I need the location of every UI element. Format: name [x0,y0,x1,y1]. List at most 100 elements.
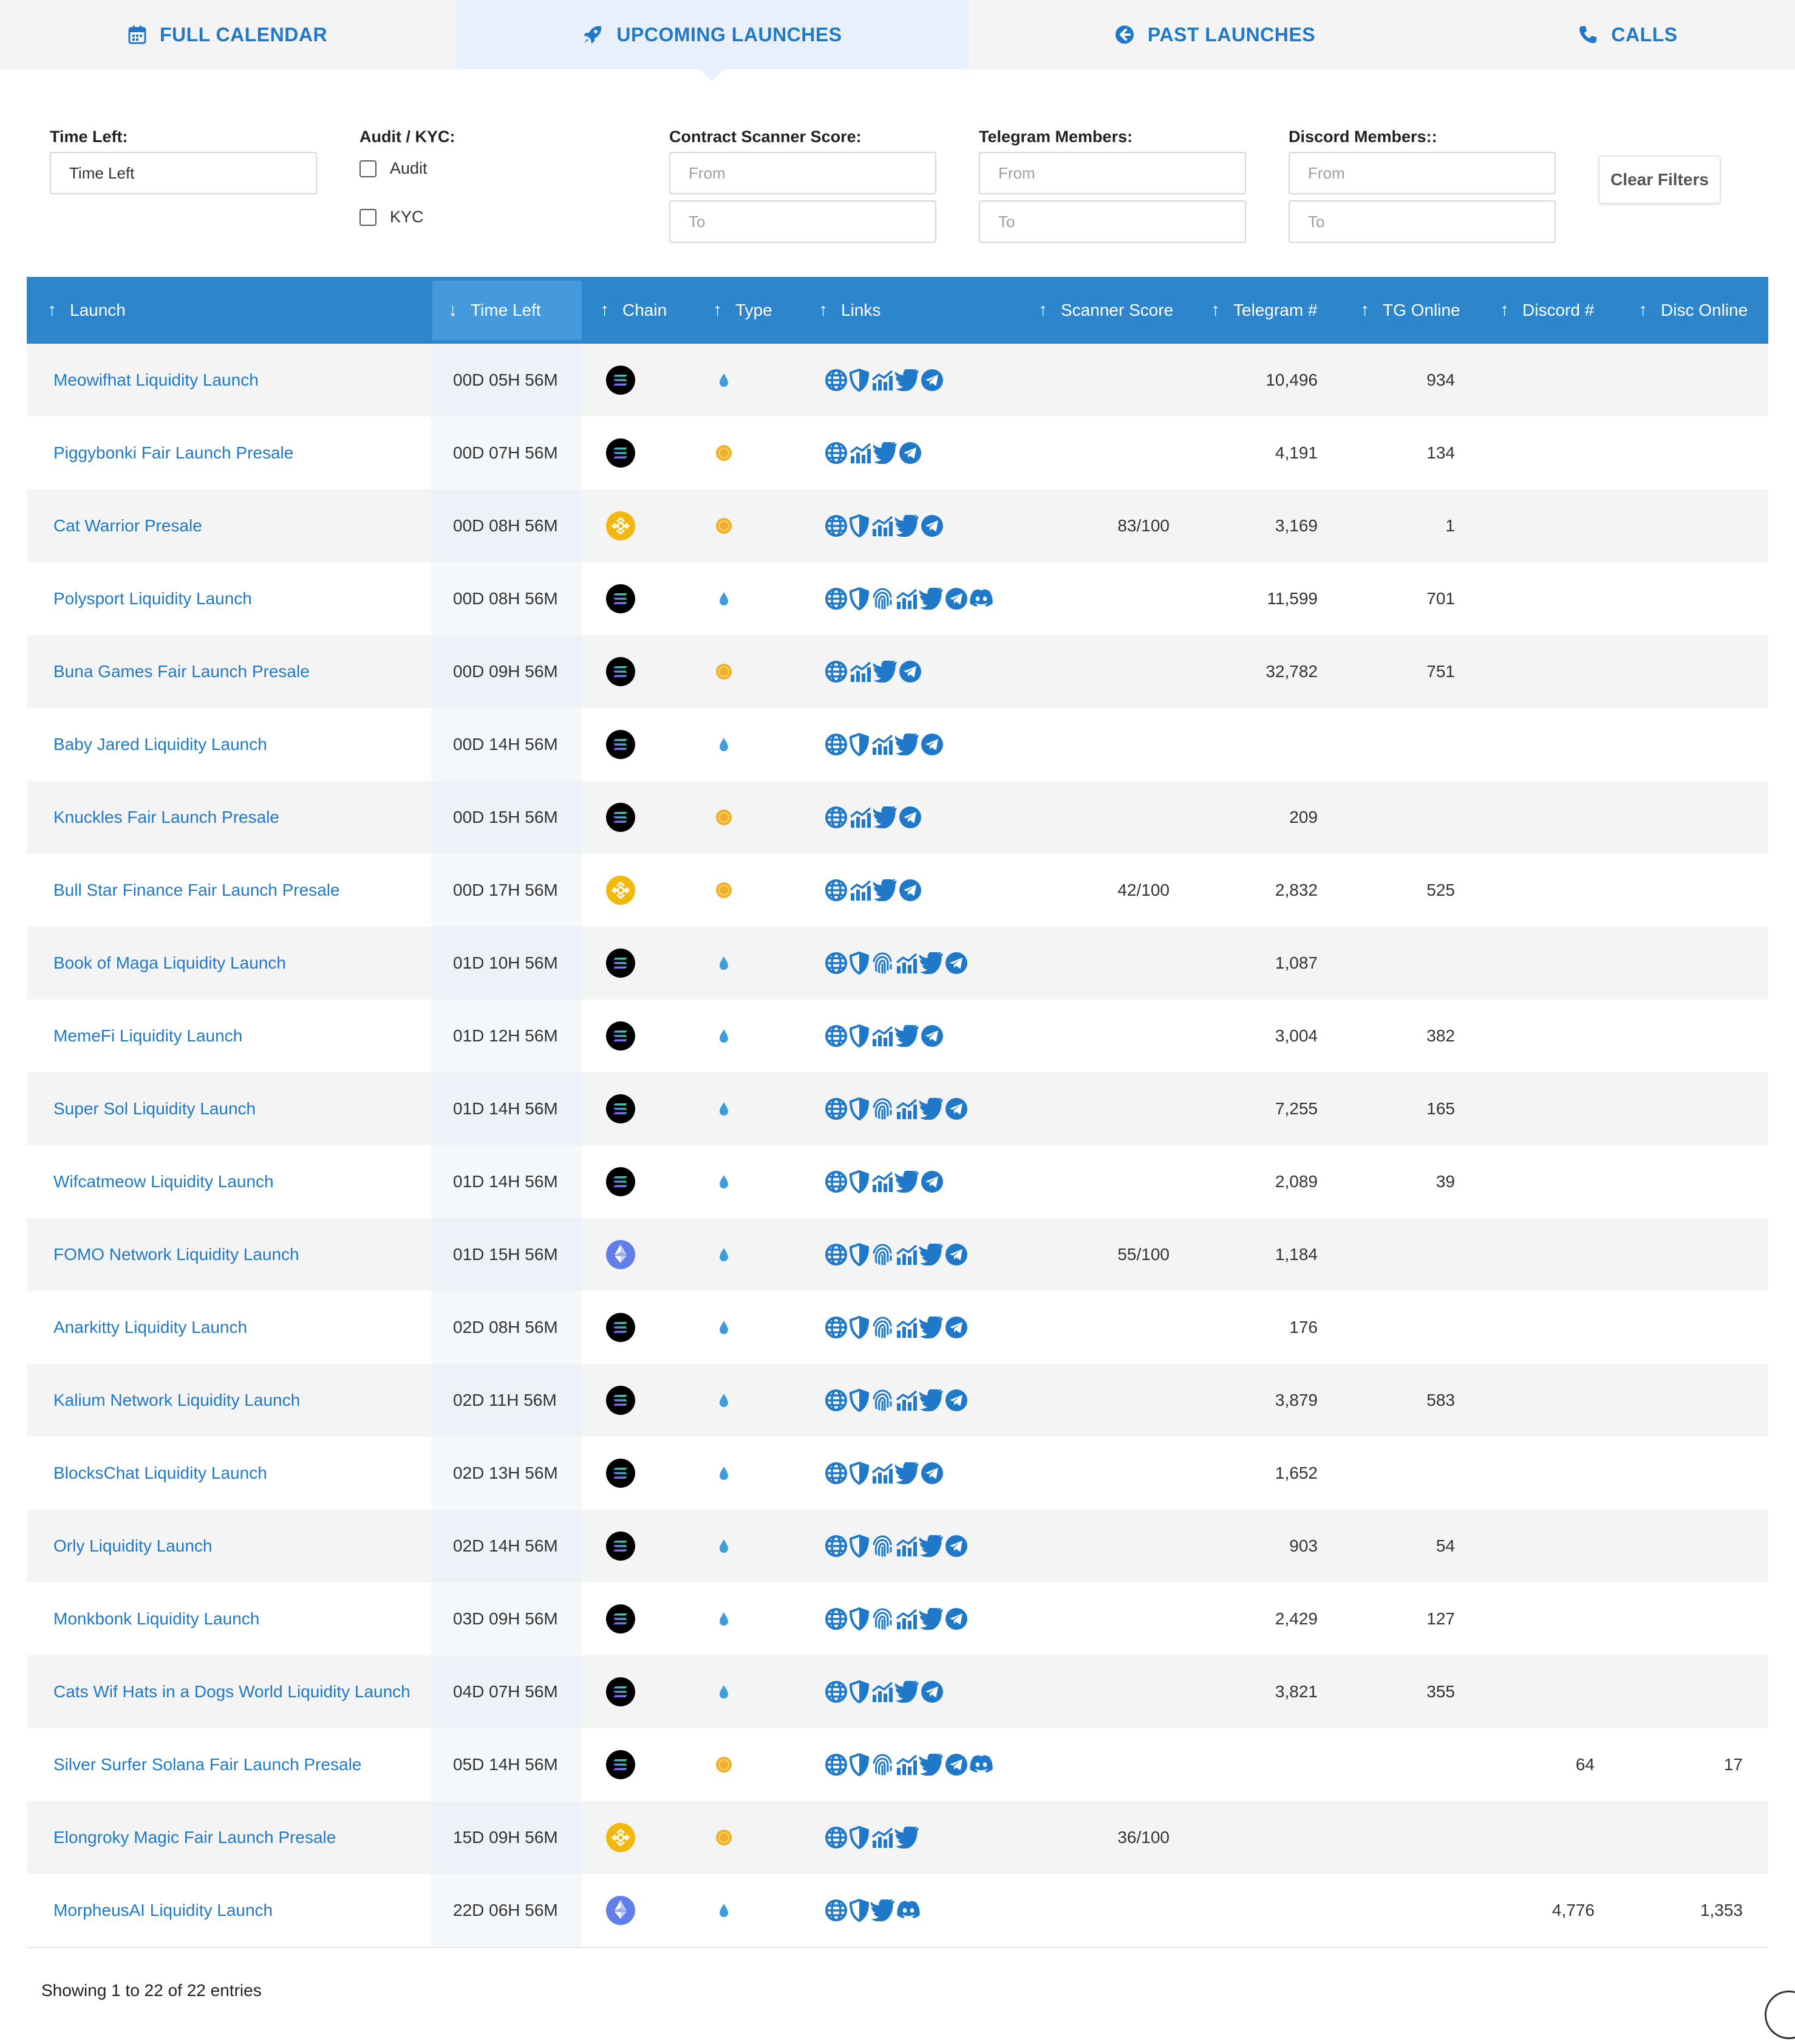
launch-name-link[interactable]: Polysport Liquidity Launch [53,562,252,635]
globe-icon[interactable] [825,879,849,902]
tab-calls[interactable]: CALLS [1461,0,1795,69]
table-row[interactable]: Meowifhat Liquidity Launch 00D 05H 56M 10,… [27,344,1768,417]
globe-icon[interactable] [825,1607,849,1630]
globe-icon[interactable] [825,1097,849,1120]
chart-icon[interactable] [871,733,895,756]
chart-icon[interactable] [871,1826,895,1849]
chart-icon[interactable] [871,1680,895,1703]
time-left-select[interactable]: Time Left [50,152,317,194]
table-row[interactable]: BlocksChat Liquidity Launch 02D 13H 56M 1,… [27,1437,1768,1510]
discord-from-input[interactable]: From [1289,152,1556,194]
launch-name-link[interactable]: MorpheusAI Liquidity Launch [53,1874,273,1947]
launch-name-link[interactable]: Orly Liquidity Launch [53,1510,212,1582]
table-row[interactable]: Cats Wif Hats in a Dogs World Liquidity … [27,1655,1768,1728]
globe-icon[interactable] [825,1462,849,1485]
checkbox-box[interactable] [359,160,376,177]
globe-icon[interactable] [825,1899,849,1922]
telegram-icon[interactable] [945,587,969,610]
launch-name-link[interactable]: Bull Star Finance Fair Launch Presale [53,854,340,927]
globe-icon[interactable] [825,1316,849,1339]
telegram-icon[interactable] [945,1535,969,1558]
chart-icon[interactable] [895,1753,919,1776]
globe-icon[interactable] [825,952,849,975]
shield-icon[interactable] [849,1535,871,1558]
column-header-disc-online[interactable]: ↑ Disc Online [1638,277,1748,344]
chart-icon[interactable] [895,1607,919,1630]
column-header-chain[interactable]: ↑ Chain [600,277,667,344]
fingerprint-icon[interactable] [871,1097,895,1120]
globe-icon[interactable] [825,1024,849,1048]
column-header-tg-online[interactable]: ↑ TG Online [1360,277,1460,344]
launch-name-link[interactable]: Knuckles Fair Launch Presale [53,781,279,854]
shield-icon[interactable] [849,1753,871,1776]
telegram-icon[interactable] [921,733,945,756]
telegram-icon[interactable] [945,1753,969,1776]
discord-icon[interactable] [896,1900,922,1921]
twitter-icon[interactable] [919,1754,945,1776]
scanner-to-input[interactable]: To [669,200,936,243]
clear-filters-button[interactable]: Clear Filters [1598,155,1721,204]
table-row[interactable]: Super Sol Liquidity Launch 01D 14H 56M 7,2… [27,1072,1768,1145]
twitter-icon[interactable] [895,1025,921,1047]
launch-name-link[interactable]: Silver Surfer Solana Fair Launch Presale [53,1728,361,1801]
table-row[interactable]: Kalium Network Liquidity Launch 02D 11H 5… [27,1364,1768,1437]
chart-icon[interactable] [871,1170,895,1193]
audit-checkbox[interactable]: Audit [359,159,427,178]
column-header-discord[interactable]: ↑ Discord # [1500,277,1594,344]
globe-icon[interactable] [825,514,849,537]
launch-name-link[interactable]: Monkbonk Liquidity Launch [53,1582,259,1655]
launch-name-link[interactable]: Kalium Network Liquidity Launch [53,1364,300,1437]
twitter-icon[interactable] [873,442,899,464]
telegram-icon[interactable] [899,806,923,829]
twitter-icon[interactable] [919,1389,945,1411]
globe-icon[interactable] [825,1535,849,1558]
globe-icon[interactable] [825,1389,849,1412]
table-row[interactable]: Orly Liquidity Launch 02D 14H 56M 903 54 [27,1510,1768,1582]
twitter-icon[interactable] [895,1171,921,1193]
shield-icon[interactable] [849,1243,871,1266]
table-row[interactable]: Polysport Liquidity Launch 00D 08H 56M 11,… [27,562,1768,635]
table-row[interactable]: Elongroky Magic Fair Launch Presale 15D 0… [27,1801,1768,1874]
table-row[interactable]: Anarkitty Liquidity Launch 02D 08H 56M 176 [27,1291,1768,1364]
chart-icon[interactable] [895,952,919,975]
telegram-icon[interactable] [945,1607,969,1630]
telegram-icon[interactable] [899,879,923,902]
fingerprint-icon[interactable] [871,952,895,975]
launch-name-link[interactable]: FOMO Network Liquidity Launch [53,1218,299,1291]
chart-icon[interactable] [849,879,873,902]
twitter-icon[interactable] [919,1098,945,1120]
shield-icon[interactable] [849,1170,871,1193]
twitter-icon[interactable] [873,806,899,828]
table-row[interactable]: Monkbonk Liquidity Launch 03D 09H 56M 2,42… [27,1582,1768,1655]
twitter-icon[interactable] [873,879,899,901]
shield-icon[interactable] [849,1607,871,1630]
shield-icon[interactable] [849,1024,871,1048]
globe-icon[interactable] [825,1680,849,1703]
launch-name-link[interactable]: Baby Jared Liquidity Launch [53,708,267,781]
shield-icon[interactable] [849,587,871,610]
launch-name-link[interactable]: Buna Games Fair Launch Presale [53,635,310,708]
telegram-icon[interactable] [945,1243,969,1266]
shield-icon[interactable] [849,1097,871,1120]
scroll-to-top-button[interactable] [1765,1991,1795,2039]
column-header-links[interactable]: ↑ Links [819,277,880,344]
chart-icon[interactable] [871,1024,895,1048]
twitter-icon[interactable] [919,1317,945,1338]
chart-icon[interactable] [895,1316,919,1339]
table-row[interactable]: Buna Games Fair Launch Presale 00D 09H 56… [27,635,1768,708]
discord-icon[interactable] [969,1754,995,1775]
checkbox-box[interactable] [359,208,376,226]
globe-icon[interactable] [825,806,849,829]
launch-name-link[interactable]: Elongroky Magic Fair Launch Presale [53,1801,336,1874]
shield-icon[interactable] [849,1389,871,1412]
telegram-icon[interactable] [945,952,969,975]
telegram-icon[interactable] [921,514,945,537]
shield-icon[interactable] [849,1680,871,1703]
shield-icon[interactable] [849,1826,871,1849]
scanner-from-input[interactable]: From [669,152,936,194]
twitter-icon[interactable] [919,1535,945,1557]
globe-icon[interactable] [825,1243,849,1266]
telegram-icon[interactable] [899,660,923,683]
tab-past-launches[interactable]: PAST LAUNCHES [969,0,1461,69]
column-header-type[interactable]: ↑ Type [713,277,772,344]
